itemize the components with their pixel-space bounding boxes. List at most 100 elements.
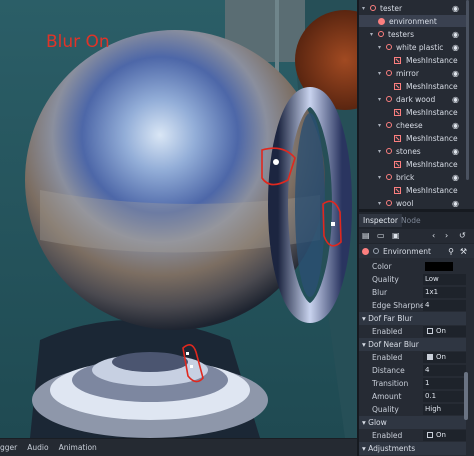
tree-item-mirror[interactable]: ▾ mirror ◉ — [359, 67, 466, 79]
spatial-icon — [386, 122, 392, 128]
chevron-down-icon[interactable]: ▾ — [378, 174, 383, 181]
chevron-down-icon[interactable]: ▾ — [370, 31, 375, 38]
enabled-checkbox[interactable]: On — [423, 430, 466, 441]
tree-item-meshinstance[interactable]: MeshInstance — [359, 184, 466, 196]
back-arrow-icon[interactable]: ‹ — [432, 231, 435, 240]
tree-item-testers[interactable]: ▾ testers ◉ — [359, 28, 466, 40]
mesh-instance-icon — [394, 82, 401, 90]
visibility-eye-icon[interactable]: ◉ — [452, 121, 459, 130]
enabled-checkbox[interactable]: On — [423, 352, 466, 363]
property-value-field[interactable]: 0.1 — [423, 391, 466, 402]
property-value-field[interactable]: High — [423, 404, 466, 415]
tree-item-meshinstance[interactable]: MeshInstance — [359, 132, 466, 144]
visibility-eye-icon[interactable]: ◉ — [452, 69, 459, 78]
tree-item-label: MeshInstance — [406, 133, 458, 143]
property-label: Quality — [372, 275, 399, 284]
bottom-tab-debugger[interactable]: gger — [0, 443, 17, 452]
chevron-down-icon[interactable]: ▾ — [378, 70, 383, 77]
tree-item-environment[interactable]: environment — [359, 15, 466, 27]
property-enabled: Enabled On — [359, 325, 466, 338]
forward-arrow-icon[interactable]: › — [445, 231, 448, 240]
tree-item-label: testers — [388, 29, 415, 39]
chevron-down-icon[interactable]: ▾ — [362, 5, 367, 12]
tree-item-dark-wood[interactable]: ▾ dark wood ◉ — [359, 93, 466, 105]
section-glow[interactable]: ▾ Glow — [359, 416, 466, 429]
tree-item-white-plastic[interactable]: ▾ white plastic ◉ — [359, 41, 466, 53]
open-folder-icon[interactable]: ▭ — [377, 231, 385, 240]
property-edge-sharpnes: Edge Sharpnes 4 — [359, 299, 466, 312]
tree-item-meshinstance[interactable]: MeshInstance — [359, 106, 466, 118]
bottom-tab-animation[interactable]: Animation — [59, 443, 97, 452]
visibility-eye-icon[interactable]: ◉ — [452, 4, 459, 13]
inspector-scrollbar[interactable] — [464, 372, 468, 420]
tree-item-meshinstance[interactable]: MeshInstance — [359, 158, 466, 170]
property-label: Transition — [372, 379, 409, 388]
property-value-field[interactable]: 1 — [423, 378, 466, 389]
visibility-eye-icon[interactable]: ◉ — [452, 199, 459, 208]
mesh-instance-icon — [394, 56, 401, 64]
visibility-eye-icon[interactable]: ◉ — [452, 173, 459, 182]
property-value-field[interactable]: Low — [423, 274, 466, 285]
property-label: Amount — [372, 392, 402, 401]
world-environment-icon — [378, 17, 385, 25]
chevron-down-icon[interactable]: ▾ — [378, 96, 383, 103]
tree-item-stones[interactable]: ▾ stones ◉ — [359, 145, 466, 157]
tab-inspector[interactable]: Inspector — [359, 214, 402, 227]
search-icon[interactable]: ⚲ — [448, 247, 454, 256]
section-dof-near-blur[interactable]: ▾ Dof Near Blur — [359, 338, 466, 351]
save-icon[interactable]: ▣ — [392, 231, 400, 240]
section-dof-far-blur[interactable]: ▾ Dof Far Blur — [359, 312, 466, 325]
chevron-down-icon[interactable]: ▾ — [378, 44, 383, 51]
visibility-eye-icon[interactable]: ◉ — [452, 43, 459, 52]
bottom-tab-audio[interactable]: Audio — [27, 443, 48, 452]
tree-item-label: MeshInstance — [406, 159, 458, 169]
tree-item-label: wool — [396, 198, 414, 208]
tree-item-meshinstance[interactable]: MeshInstance — [359, 80, 466, 92]
spatial-icon — [386, 148, 392, 154]
property-label: Enabled — [372, 353, 403, 362]
section-label: ▾ Dof Far Blur — [362, 314, 413, 323]
chevron-down-icon[interactable]: ▾ — [378, 200, 383, 207]
inspector-toolbar: ▤ ▭ ▣ ‹ › ↺ — [359, 229, 474, 243]
new-resource-icon[interactable]: ▤ — [362, 231, 370, 240]
property-value-field[interactable]: 4 — [423, 300, 466, 311]
tree-item-cheese[interactable]: ▾ cheese ◉ — [359, 119, 466, 131]
mesh-instance-icon — [394, 134, 401, 142]
property-label: Enabled — [372, 431, 403, 440]
tree-item-tester[interactable]: ▾ tester ◉ — [359, 2, 466, 14]
resource-name: Environment — [383, 246, 431, 256]
property-enabled: Enabled On — [359, 351, 466, 364]
scene-tree-scrollbar[interactable] — [466, 0, 469, 180]
property-label: Blur — [372, 288, 388, 297]
world-environment-icon — [373, 248, 379, 254]
tree-item-meshinstance[interactable]: MeshInstance — [359, 54, 466, 66]
property-value-field[interactable]: 4 — [423, 365, 466, 376]
property-label: Color — [372, 262, 392, 271]
property-value-field[interactable]: 1x1 — [423, 287, 466, 298]
checkbox-icon — [427, 328, 433, 334]
property-transition: Transition 1 — [359, 377, 466, 390]
tree-item-brick[interactable]: ▾ brick ◉ — [359, 171, 466, 183]
visibility-eye-icon[interactable]: ◉ — [452, 95, 459, 104]
mesh-instance-icon — [394, 160, 401, 168]
tab-node[interactable]: Node — [397, 214, 425, 227]
chevron-down-icon[interactable]: ▾ — [378, 122, 383, 129]
3d-viewport[interactable]: Blur On — [0, 0, 357, 438]
property-color: Color — [359, 260, 466, 273]
property-amount: Amount 0.1 — [359, 390, 466, 403]
color-swatch[interactable] — [425, 262, 453, 271]
tools-icon[interactable]: ⚒ — [460, 247, 467, 256]
section-adjustments[interactable]: ▾ Adjustments — [359, 442, 466, 455]
property-quality: Quality Low — [359, 273, 466, 286]
tree-item-wool[interactable]: ▾ wool ◉ — [359, 197, 466, 209]
visibility-eye-icon[interactable]: ◉ — [452, 30, 459, 39]
mesh-instance-icon — [394, 186, 401, 194]
history-icon[interactable]: ↺ — [459, 231, 466, 240]
enabled-checkbox[interactable]: On — [423, 326, 466, 337]
visibility-eye-icon[interactable]: ◉ — [452, 147, 459, 156]
tree-item-label: MeshInstance — [406, 185, 458, 195]
resource-selector[interactable]: Environment ⚲ ⚒ — [359, 244, 474, 258]
chevron-down-icon[interactable]: ▾ — [378, 148, 383, 155]
tree-item-label: brick — [396, 172, 415, 182]
tree-item-label: MeshInstance — [406, 81, 458, 91]
